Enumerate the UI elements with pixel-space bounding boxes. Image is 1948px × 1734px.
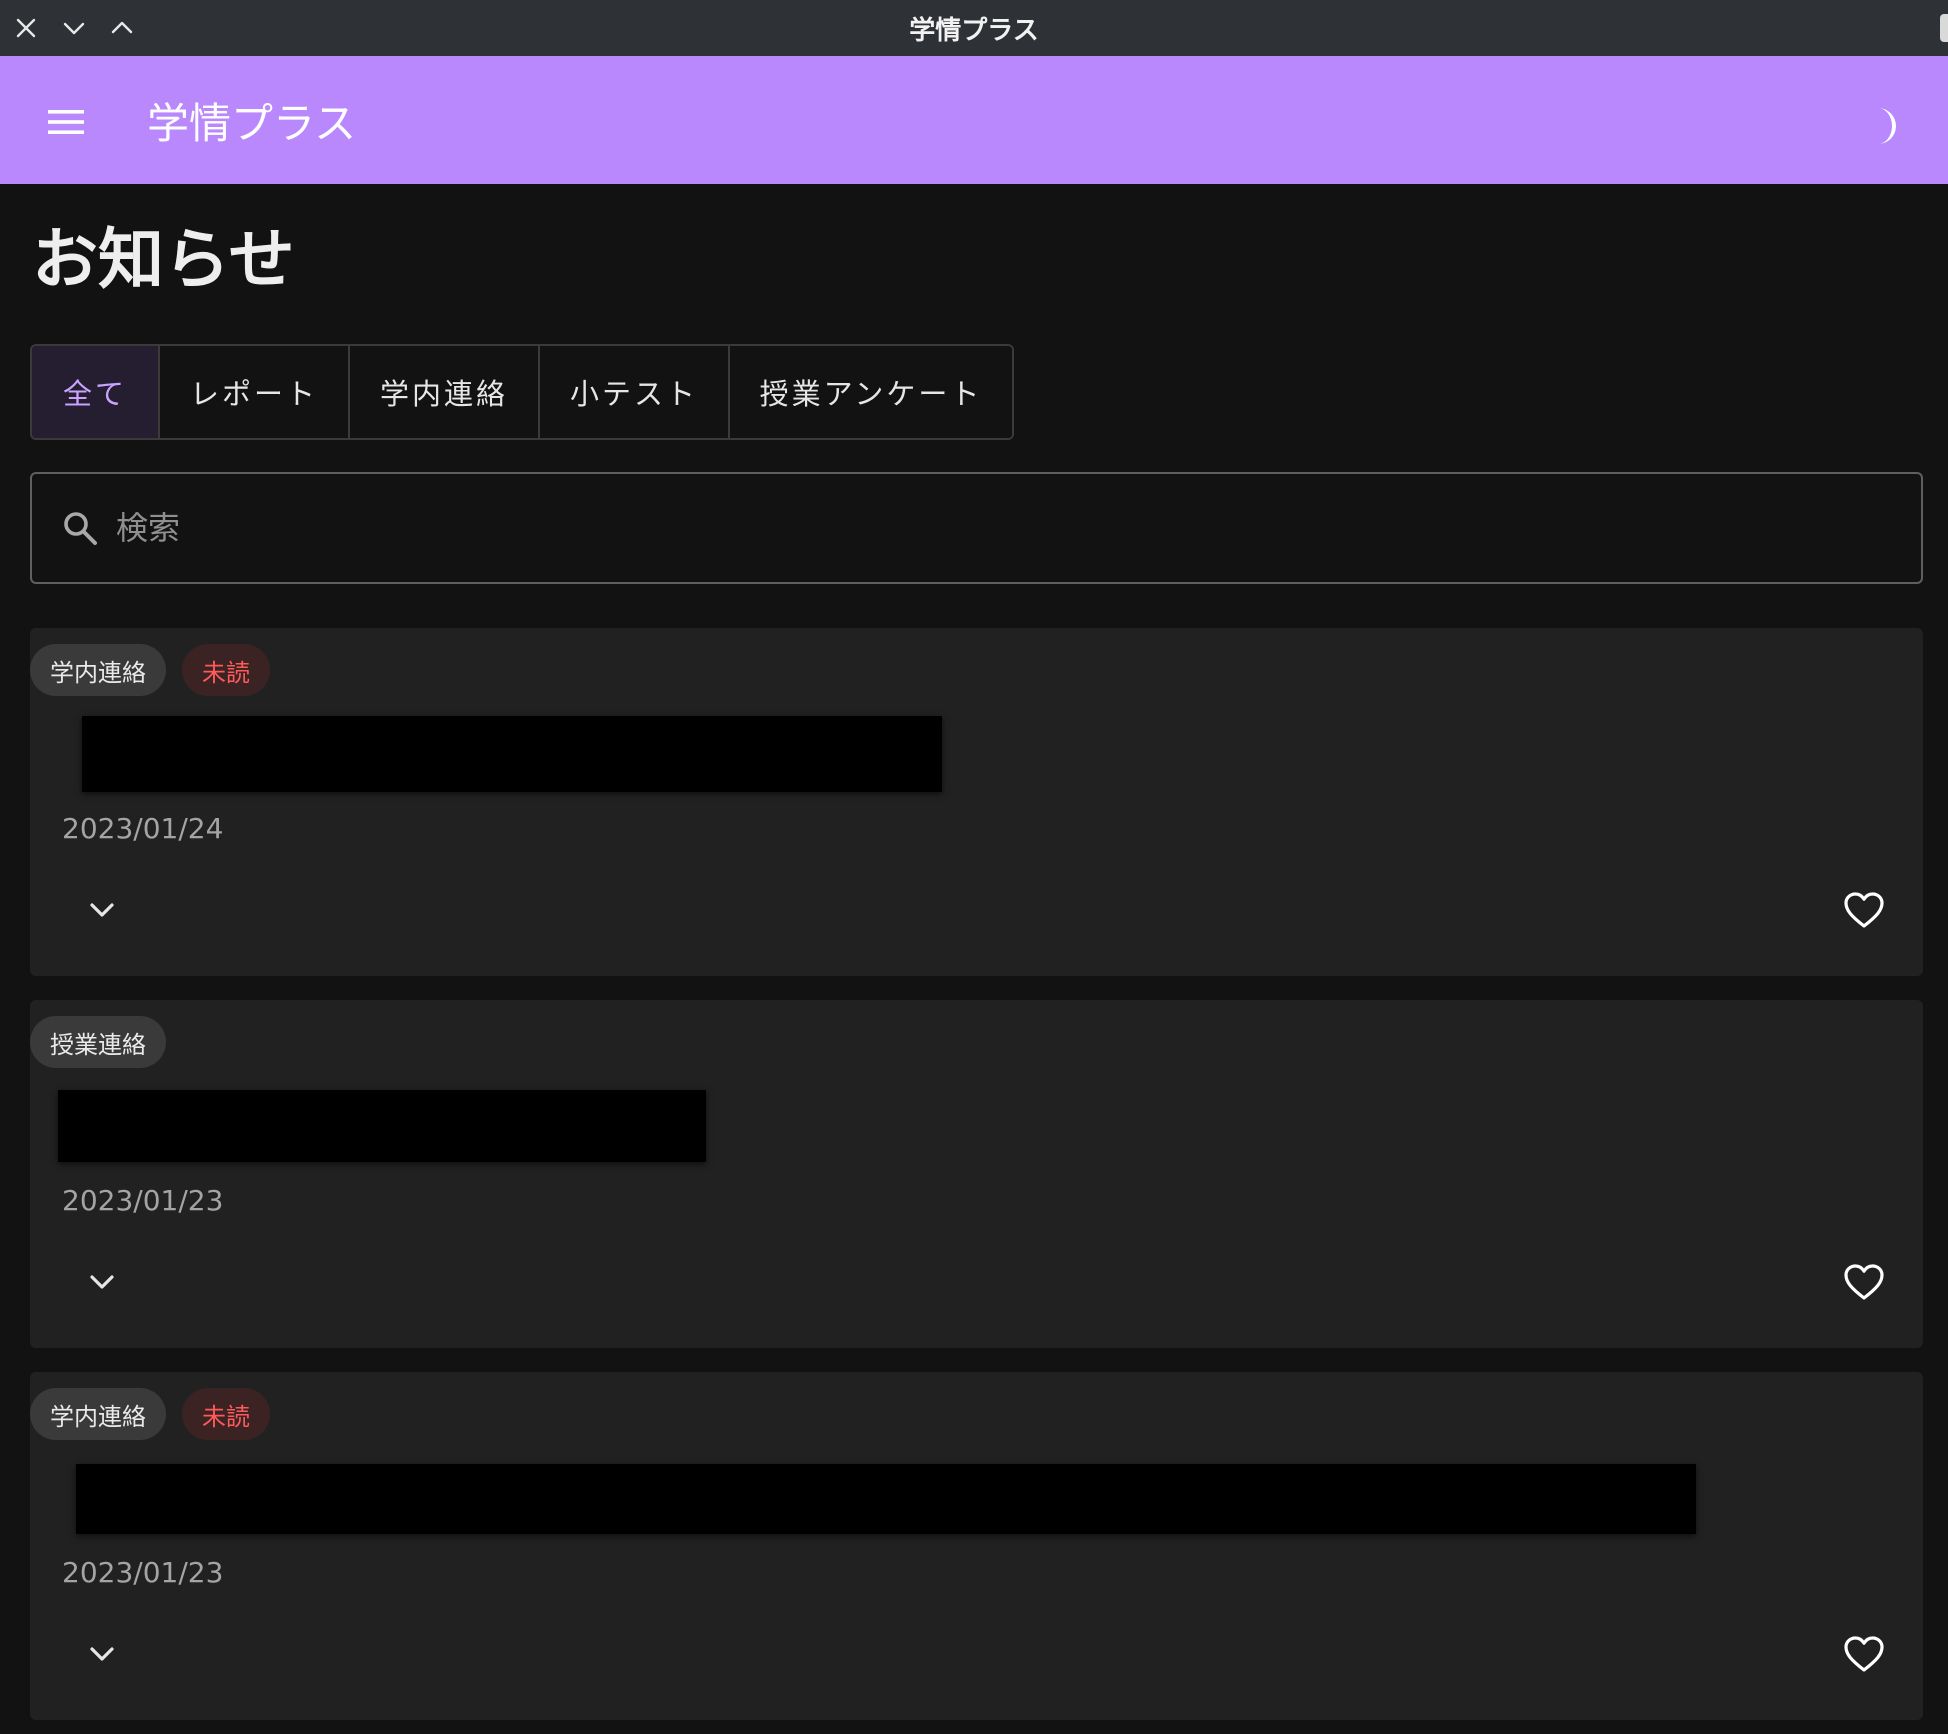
- expand-button[interactable]: [70, 1250, 134, 1314]
- tab-all[interactable]: 全て: [32, 346, 160, 438]
- tab-label: 全て: [62, 377, 127, 411]
- tab-label: 学内連絡: [379, 377, 508, 411]
- notice-card[interactable]: 学内連絡 未読 2023/01/24: [30, 628, 1923, 976]
- favorite-button[interactable]: [1832, 1622, 1896, 1686]
- category-chip: 学内連絡: [30, 644, 166, 696]
- tab-report[interactable]: レポート: [160, 346, 350, 438]
- redacted-title: [58, 1090, 706, 1162]
- category-chip: 授業連絡: [30, 1016, 166, 1068]
- window-titlebar: 学情プラス: [0, 0, 1948, 56]
- search-input[interactable]: [114, 488, 1921, 568]
- notice-card[interactable]: 学内連絡 未読 2023/01/23: [30, 1372, 1923, 1720]
- tab-label: レポート: [189, 377, 318, 411]
- expand-button[interactable]: [70, 1622, 134, 1686]
- expand-button[interactable]: [70, 878, 134, 942]
- close-icon: [16, 18, 36, 38]
- heart-outline-icon: [1844, 892, 1884, 928]
- window-controls: [0, 0, 146, 56]
- menu-icon: [48, 110, 84, 134]
- tab-label: 小テスト: [569, 377, 698, 411]
- window-minimize-button[interactable]: [50, 0, 98, 56]
- favorite-button[interactable]: [1832, 878, 1896, 942]
- window-maximize-button[interactable]: [98, 0, 146, 56]
- page-title: お知らせ: [32, 221, 295, 298]
- tab-quiz[interactable]: 小テスト: [540, 346, 730, 438]
- tab-campus-notice[interactable]: 学内連絡: [350, 346, 540, 438]
- unread-badge: 未読: [182, 1388, 270, 1440]
- notice-card[interactable]: 授業連絡 2023/01/23: [30, 1000, 1923, 1348]
- app-title: 学情プラス: [147, 98, 357, 148]
- chevron-down-icon: [90, 903, 114, 917]
- menu-button[interactable]: [34, 90, 98, 154]
- heart-outline-icon: [1844, 1264, 1884, 1300]
- notice-chips: 学内連絡 未読: [30, 1388, 270, 1440]
- search-box: [30, 472, 1923, 584]
- theme-toggle-button[interactable]: [1852, 94, 1916, 158]
- notice-chips: 学内連絡 未読: [30, 644, 270, 696]
- chevron-up-icon: [111, 21, 133, 34]
- moon-icon: [1878, 108, 1896, 144]
- chevron-down-icon: [63, 22, 85, 35]
- unread-badge: 未読: [182, 644, 270, 696]
- heart-outline-icon: [1844, 1636, 1884, 1672]
- notice-date: 2023/01/23: [62, 1184, 224, 1217]
- favorite-button[interactable]: [1832, 1250, 1896, 1314]
- window-title: 学情プラス: [909, 15, 1039, 46]
- redacted-title: [82, 716, 942, 792]
- tab-class-survey[interactable]: 授業アンケート: [730, 346, 1012, 438]
- redacted-title: [76, 1464, 1696, 1534]
- category-chip: 学内連絡: [30, 1388, 166, 1440]
- window-close-button[interactable]: [2, 0, 50, 56]
- category-tabs: 全て レポート 学内連絡 小テスト 授業アンケート: [30, 344, 1014, 440]
- notice-date: 2023/01/24: [62, 812, 224, 845]
- tab-label: 授業アンケート: [759, 377, 983, 411]
- notice-date: 2023/01/23: [62, 1556, 224, 1589]
- notice-chips: 授業連絡: [30, 1016, 166, 1068]
- search-icon: [60, 508, 100, 548]
- app-bar: 学情プラス: [0, 56, 1948, 184]
- chevron-down-icon: [90, 1647, 114, 1661]
- chevron-down-icon: [90, 1275, 114, 1289]
- window-edge-indicator: [1940, 14, 1948, 42]
